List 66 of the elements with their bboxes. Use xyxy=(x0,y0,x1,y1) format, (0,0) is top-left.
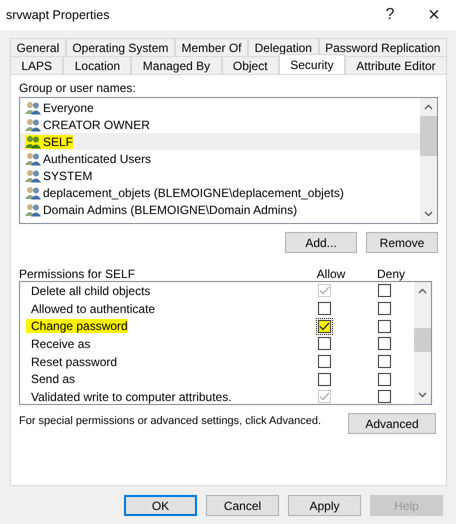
permission-name: Reset password xyxy=(30,354,118,369)
section-label: Permissions for SELF xyxy=(19,267,136,281)
tab[interactable]: Object xyxy=(222,56,279,74)
users-icon xyxy=(25,152,41,166)
permission-name: Validated write to computer attributes. xyxy=(30,390,233,404)
users-icon xyxy=(25,202,41,216)
tab[interactable]: LAPS xyxy=(10,56,64,74)
action-button[interactable]: Add... xyxy=(285,232,357,253)
allow-checkbox[interactable] xyxy=(318,337,330,350)
tab[interactable]: Password Replication xyxy=(318,38,447,56)
users-icon xyxy=(25,100,41,114)
tab[interactable]: Attribute Editor xyxy=(344,56,447,74)
deny-checkbox[interactable] xyxy=(378,390,390,404)
users-icon xyxy=(25,186,41,200)
group-item[interactable]: Everyone xyxy=(20,99,420,116)
deny-checkbox[interactable] xyxy=(378,302,390,316)
dialog-button[interactable]: Cancel xyxy=(206,495,279,516)
group-item[interactable]: CREATOR OWNER xyxy=(20,116,420,133)
permission-name: Change password xyxy=(26,319,128,334)
allow-checkbox[interactable] xyxy=(318,302,330,316)
hint-text: For special permissions or advanced settings, click Advanced. xyxy=(19,414,322,427)
scroll-down-icon[interactable] xyxy=(418,392,427,398)
deny-checkbox[interactable] xyxy=(378,284,390,298)
advanced-button[interactable]: Advanced xyxy=(348,413,436,434)
scrollbar[interactable] xyxy=(420,98,437,223)
deny-checkbox[interactable] xyxy=(378,372,390,386)
deny-checkbox[interactable] xyxy=(378,320,390,333)
deny-checkbox[interactable] xyxy=(378,337,390,350)
scroll-down-icon[interactable] xyxy=(424,211,433,217)
window-title: srvwapt Properties xyxy=(6,8,111,22)
close-button[interactable]: × xyxy=(412,0,456,30)
tab[interactable]: General xyxy=(10,38,66,56)
permission-name: Allowed to authenticate xyxy=(30,302,156,316)
section-label: Group or user names: xyxy=(19,81,137,97)
scroll-up-icon[interactable] xyxy=(418,288,427,294)
tab[interactable]: Delegation xyxy=(248,38,319,56)
users-icon xyxy=(25,118,41,132)
tab[interactable]: Security xyxy=(278,54,345,74)
tab[interactable]: Location xyxy=(63,56,132,74)
scroll-thumb[interactable] xyxy=(414,328,431,352)
tab[interactable]: Operating System xyxy=(66,38,175,56)
allow-checkbox[interactable] xyxy=(318,320,330,333)
tab[interactable]: Member Of xyxy=(174,38,248,56)
tab[interactable]: Managed By xyxy=(131,56,222,74)
users-icon xyxy=(25,168,41,182)
users-icon xyxy=(25,134,41,148)
scroll-up-icon[interactable] xyxy=(424,104,433,110)
group-item[interactable]: deplacement_objets (BLEMOIGNE\deplacement_objets) xyxy=(20,184,420,201)
group-item[interactable]: SYSTEM xyxy=(20,167,420,184)
column-header: Deny xyxy=(376,267,406,281)
group-item[interactable]: Domain Admins (BLEMOIGNE\Domain Admins) xyxy=(20,201,420,218)
permission-name: Receive as xyxy=(30,336,92,351)
deny-checkbox[interactable] xyxy=(378,355,390,368)
dialog-button[interactable]: OK xyxy=(124,495,197,516)
action-button[interactable]: Remove xyxy=(366,232,438,253)
group-item[interactable]: SELF xyxy=(20,133,420,150)
scroll-thumb[interactable] xyxy=(420,116,437,156)
group-item[interactable]: Authenticated Users xyxy=(20,150,420,167)
dialog-button[interactable]: Apply xyxy=(288,495,361,516)
permission-name: Delete all child objects xyxy=(30,284,152,298)
allow-checkbox[interactable] xyxy=(318,355,330,368)
allow-checkbox[interactable] xyxy=(318,372,330,386)
scrollbar[interactable] xyxy=(414,282,431,404)
permission-name: Send as xyxy=(30,372,76,386)
help-button[interactable]: ? xyxy=(368,0,412,30)
column-header: Allow xyxy=(316,267,346,281)
